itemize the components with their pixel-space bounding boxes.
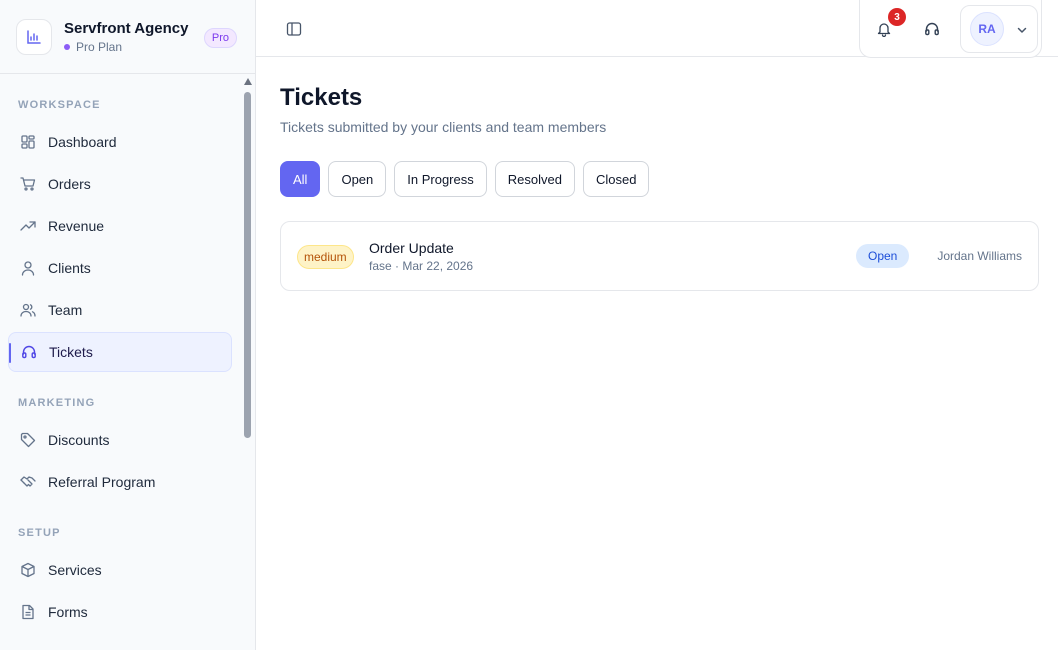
priority-badge: medium (297, 245, 354, 269)
avatar: RA (970, 12, 1004, 46)
ticket-assignee: Jordan Williams (937, 249, 1022, 263)
sidebar-item-orders[interactable]: Orders (8, 164, 232, 204)
bell-icon[interactable] (876, 21, 892, 38)
scroll-thumb[interactable] (244, 92, 251, 438)
sidebar-item-label: Tickets (49, 344, 93, 360)
page-title: Tickets (280, 84, 363, 111)
bar-chart-icon (16, 18, 52, 55)
box-icon (20, 562, 36, 578)
sidebar-item-dashboard[interactable]: Dashboard (8, 122, 232, 162)
sidebar-item-label: Forms (48, 604, 88, 620)
sidebar-item-label: Revenue (48, 218, 105, 234)
sidebar-item-label: Dashboard (48, 134, 117, 150)
sidebar-item-referral-program[interactable]: Referral Program (8, 462, 232, 502)
notification-count-badge: 3 (888, 8, 906, 26)
user-icon (20, 260, 36, 276)
sidebar: Servfront Agency Pro Plan Pro WORKSPACE … (0, 0, 256, 650)
page-subtitle: Tickets submitted by your clients and te… (280, 119, 607, 135)
sidebar-scrollbar[interactable] (243, 78, 252, 650)
brand-name: Servfront Agency (64, 19, 189, 37)
plan-dot (64, 43, 70, 50)
sidebar-item-label: Orders (48, 176, 91, 192)
chevron-down-icon (1016, 23, 1028, 35)
handshake-icon (20, 474, 36, 490)
cart-icon (20, 176, 36, 192)
ticket-row[interactable]: medium Order Update fase · Mar 22, 2026 … (280, 221, 1039, 291)
sidebar-item-clients[interactable]: Clients (8, 248, 232, 288)
sidebar-item-label: Referral Program (48, 474, 156, 490)
filter-resolved-button[interactable]: Resolved (494, 161, 575, 197)
sidebar-item-team[interactable]: Team (8, 290, 232, 330)
sidebar-item-discounts[interactable]: Discounts (8, 420, 232, 460)
sidebar-item-services[interactable]: Services (8, 550, 232, 590)
filter-all-button[interactable]: All (280, 161, 321, 197)
sidebar-item-label: Team (48, 302, 83, 318)
ticket-meta: fase · Mar 22, 2026 (369, 259, 474, 273)
filter-closed-button[interactable]: Closed (582, 161, 650, 197)
support-headset-icon[interactable] (924, 21, 940, 37)
status-filter-group: All Open In Progress Resolved Closed (280, 161, 650, 197)
headset-icon (21, 344, 37, 360)
pro-badge: Pro (203, 28, 237, 48)
file-text-icon (20, 604, 36, 620)
brand-plan: Pro Plan (64, 40, 188, 54)
sidebar-item-tickets[interactable]: Tickets (8, 332, 232, 372)
sidebar-toggle-icon[interactable] (286, 21, 302, 37)
main-content: Tickets Tickets submitted by your client… (256, 57, 1058, 650)
sidebar-item-forms[interactable]: Forms (8, 592, 232, 632)
sidebar-item-label: Services (48, 562, 102, 578)
users-icon (20, 302, 36, 318)
user-menu-button[interactable]: RA (960, 5, 1038, 53)
top-header: 3 RA (256, 0, 1058, 58)
grid-icon (20, 134, 36, 150)
filter-in-progress-button[interactable]: In Progress (394, 161, 487, 197)
tag-icon (20, 432, 36, 448)
status-badge: Open (856, 244, 910, 268)
section-title-workspace: WORKSPACE (18, 99, 101, 111)
sidebar-item-label: Discounts (48, 432, 110, 448)
brand-header[interactable]: Servfront Agency Pro Plan Pro (0, 0, 255, 74)
plan-label: Pro Plan (76, 39, 123, 54)
section-title-setup: SETUP (18, 527, 61, 539)
ticket-title: Order Update (369, 240, 454, 256)
filter-open-button[interactable]: Open (328, 161, 387, 197)
section-title-marketing: MARKETING (18, 397, 96, 409)
sidebar-item-revenue[interactable]: Revenue (8, 206, 232, 246)
sidebar-item-label: Clients (48, 260, 91, 276)
trending-up-icon (20, 218, 36, 234)
scroll-up-arrow[interactable] (243, 78, 252, 85)
header-actions: 3 RA (859, 0, 1042, 58)
